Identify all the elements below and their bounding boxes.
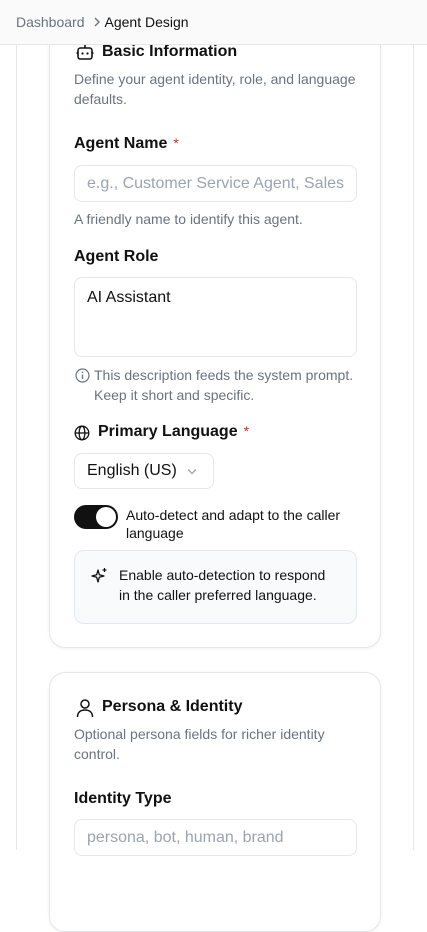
agent-role-hint: This description feeds the system prompt… xyxy=(94,367,354,403)
persona-identity-card: Persona & Identity Optional persona fiel… xyxy=(49,672,381,932)
basic-information-card: Basic Information Define your agent iden… xyxy=(49,0,381,648)
auto-detect-label: Auto-detect and adapt to the caller lang… xyxy=(126,507,341,541)
toggle-knob xyxy=(96,507,116,527)
auto-detect-info-box: Enable auto-detection to respond in the … xyxy=(74,550,357,624)
agent-name-helper: A friendly name to identify this agent. xyxy=(74,211,303,227)
basic-information-title: Basic Information xyxy=(102,43,238,60)
basic-information-description: Define your agent identity, role, and la… xyxy=(74,71,356,107)
identity-type-input[interactable]: persona, bot, human, brand xyxy=(74,819,357,856)
agent-name-label: Agent Name xyxy=(74,135,168,152)
auto-detect-info-text: Enable auto-detection to respond in the … xyxy=(119,567,326,603)
globe-icon xyxy=(74,425,90,446)
agent-name-input[interactable]: e.g., Customer Service Agent, Sales xyxy=(74,165,357,202)
persona-identity-title: Persona & Identity xyxy=(102,698,243,715)
primary-language-label: Primary Language xyxy=(98,423,238,440)
identity-type-label: Identity Type xyxy=(74,790,172,807)
agent-role-value: AI Assistant xyxy=(87,289,171,306)
top-bar: Dashboard Agent Design xyxy=(0,0,427,45)
required-marker: * xyxy=(173,135,179,151)
primary-language-label-row: Primary Language * xyxy=(98,423,249,441)
agent-name-label-row: Agent Name * xyxy=(74,135,179,153)
agent-role-label: Agent Role xyxy=(74,248,159,265)
primary-language-select[interactable]: English (US) xyxy=(74,453,214,489)
breadcrumb-dashboard-link[interactable]: Dashboard xyxy=(16,14,85,30)
persona-identity-description: Optional persona fields for richer ident… xyxy=(74,726,325,762)
sparkles-icon xyxy=(91,567,108,589)
breadcrumb-current: Agent Design xyxy=(104,14,189,30)
auto-detect-toggle[interactable] xyxy=(74,505,118,529)
agent-name-placeholder: e.g., Customer Service Agent, Sales xyxy=(87,174,345,192)
bot-icon xyxy=(75,42,95,67)
info-icon xyxy=(75,368,90,388)
primary-language-value: English (US) xyxy=(87,462,177,479)
chevron-down-icon xyxy=(187,462,197,480)
identity-type-placeholder: persona, bot, human, brand xyxy=(87,828,284,846)
chevron-right-icon xyxy=(93,15,101,30)
agent-role-textarea[interactable]: AI Assistant xyxy=(74,277,357,357)
required-marker: * xyxy=(243,423,250,439)
user-icon xyxy=(76,698,94,723)
